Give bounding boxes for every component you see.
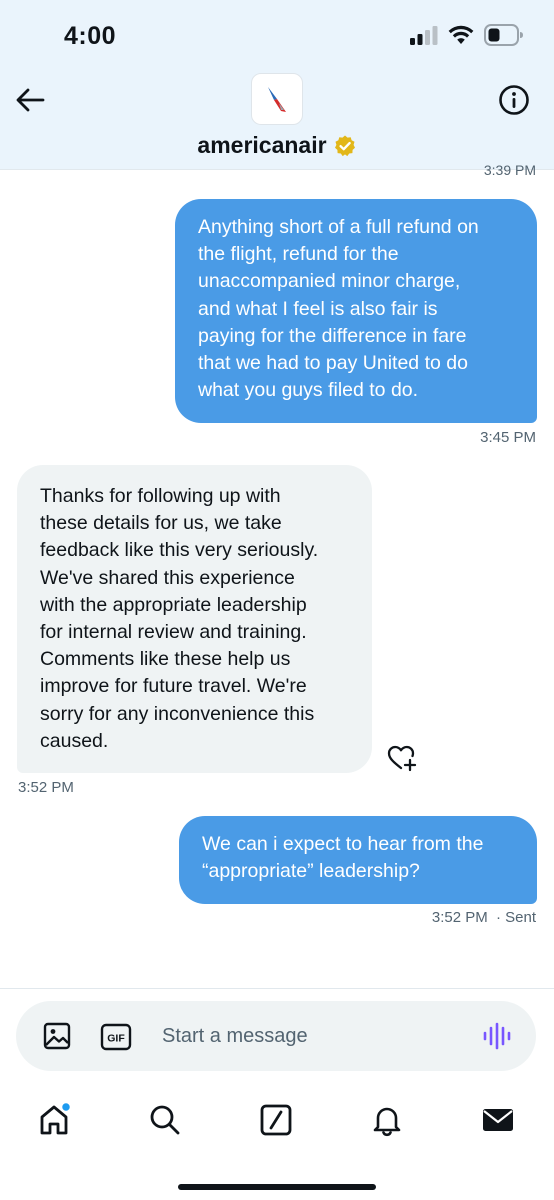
message-line: paying for the difference in fare [198,324,467,347]
message-line: caused. [40,729,109,752]
bottom-tab-bar [0,1080,554,1200]
conversation-header: americanair [0,70,554,170]
arrow-left-icon [16,88,45,112]
info-icon [499,85,529,115]
message-timestamp: 3:39 PM [483,163,536,177]
add-gif-button[interactable]: GIF [100,1022,132,1052]
message-line: sorry for any inconvenience this [40,702,315,725]
american-airlines-logo [268,87,286,112]
account-name-row[interactable]: americanair [0,132,554,159]
outgoing-message-bubble[interactable]: We can i expect to hear from the “approp… [179,816,537,904]
voice-message-button[interactable] [482,1021,512,1051]
tab-search[interactable] [145,1100,185,1140]
avatar[interactable] [251,73,303,125]
message-line: these details for us, we take [40,512,282,535]
compose-icon [260,1104,292,1136]
tab-home[interactable] [34,1100,74,1140]
incoming-message-bubble[interactable]: Thanks for following up with these detai… [17,465,372,773]
message-line: that we had to pay United to do [198,352,468,375]
add-image-button[interactable] [42,1021,72,1051]
gif-icon: GIF [100,1023,132,1051]
message-line: for internal review and training. [40,621,307,644]
message-line: “appropriate” leadership? [202,860,420,883]
account-name: americanair [197,132,327,158]
message-line: with the appropriate leadership [40,593,307,616]
message-line: unaccompanied minor charge, [198,270,461,293]
message-timestamp: 3:45 PM [480,429,536,446]
message-line: Anything short of a full refund on [198,216,479,238]
message-input[interactable] [162,1015,462,1057]
message-timestamp: 3:52 PM [431,909,488,926]
battery-icon [484,24,523,46]
message-line: improve for future travel. We're [40,675,307,698]
gif-label: GIF [107,1033,125,1045]
status-bar: 4:00 [0,0,554,70]
search-icon [150,1105,180,1135]
tab-compose[interactable] [256,1100,296,1140]
composer: GIF [16,1001,536,1071]
info-button[interactable] [496,82,532,118]
home-icon [40,1101,72,1135]
cellular-signal-icon [410,26,438,45]
status-icons [410,24,524,46]
react-button[interactable] [386,742,418,774]
message-line: We can i expect to hear from the [202,833,484,855]
message-line: We've shared this experience [40,566,295,589]
message-line: Thanks for following up with [40,485,281,507]
message-line: what you guys filed to do. [198,379,419,402]
back-button[interactable] [12,82,48,118]
message-line: Comments like these help us [40,648,291,671]
status-time: 4:00 [64,22,117,50]
voice-waveform-icon [483,1022,511,1050]
wifi-icon [448,25,474,44]
home-indicator [178,1184,376,1190]
tab-notifications[interactable] [367,1100,407,1140]
verified-badge-icon [334,135,355,156]
composer-bar: GIF [0,988,554,1080]
image-icon [43,1022,71,1050]
tab-messages[interactable] [478,1100,518,1140]
message-meta: 3:52 PM · Sent [432,909,536,926]
message-sent-status: · Sent [495,909,536,926]
envelope-icon [483,1109,513,1131]
bell-icon [373,1107,401,1137]
message-timestamp: 3:52 PM [18,779,74,796]
message-line: feedback like this very seriously. [40,539,319,562]
message-line: the flight, refund for the [198,243,399,266]
message-line: and what I feel is also fair is [198,297,438,320]
outgoing-message-bubble[interactable]: Anything short of a full refund on the f… [175,199,537,423]
heart-plus-icon [387,745,417,772]
